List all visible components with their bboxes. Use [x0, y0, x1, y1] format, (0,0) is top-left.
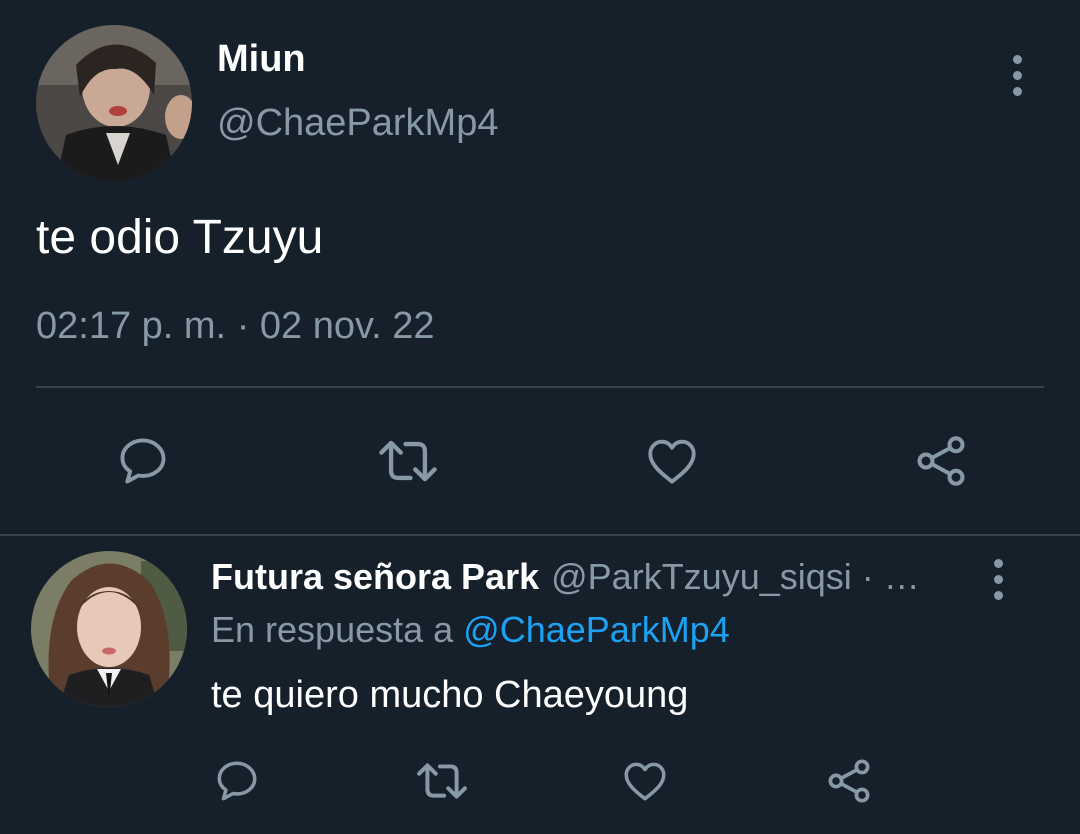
more-dot [993, 574, 1003, 584]
reply-tweet-share-button[interactable] [818, 752, 880, 810]
more-dot [993, 590, 1003, 600]
reply-tweet-text: te quiero mucho Chaeyoung [211, 674, 689, 716]
more-dot [1012, 70, 1022, 80]
main-tweet-timestamp: 02:17 p. m. · 02 nov. 22 [36, 305, 435, 348]
tweet-detail-screen: Miun @ChaeParkMp4 te odio Tzuyu 02:17 p.… [0, 0, 1080, 834]
meta-separator: · [236, 305, 250, 347]
section-divider [0, 534, 1080, 536]
share-icon [828, 759, 870, 803]
reply-tweet-avatar[interactable] [31, 551, 187, 707]
reply-tweet-header: Futura señora Park @ParkTzuyu_siqsi · … [211, 556, 920, 598]
like-icon [624, 762, 666, 801]
main-tweet-handle[interactable]: @ChaeParkMp4 [217, 102, 498, 145]
more-dot [1012, 54, 1022, 64]
avatar-photo-icon [31, 551, 187, 707]
reply-tweet-reply-button[interactable] [206, 752, 268, 810]
reply-icon [120, 438, 166, 484]
main-reply-button[interactable] [108, 428, 178, 494]
main-tweet-text: te odio Tzuyu [36, 211, 324, 264]
retweet-icon [417, 763, 467, 799]
reply-tweet-more-options-button[interactable] [978, 549, 1018, 609]
main-tweet-avatar[interactable] [36, 25, 192, 181]
tweet-date: 02 nov. 22 [259, 305, 435, 347]
main-retweet-button[interactable] [368, 428, 448, 494]
replying-to-line: En respuesta a @ChaeParkMp4 [211, 609, 730, 651]
replying-to-label: En respuesta a [211, 609, 454, 650]
reply-tweet-display-name[interactable]: Futura señora Park [211, 556, 539, 597]
reply-tweet-like-button[interactable] [614, 752, 676, 810]
replying-to-mention-link[interactable]: @ChaeParkMp4 [463, 609, 730, 650]
divider [36, 386, 1044, 388]
main-tweet-more-options-button[interactable] [997, 45, 1037, 105]
reply-tweet-handle[interactable]: @ParkTzuyu_siqsi · … [551, 556, 920, 597]
share-icon [917, 436, 965, 486]
avatar-photo-icon [36, 25, 192, 181]
more-dot [1012, 86, 1022, 96]
tweet-time: 02:17 p. m. [36, 305, 227, 347]
reply-tweet-retweet-button[interactable] [406, 752, 478, 810]
main-like-button[interactable] [636, 428, 708, 494]
main-tweet-display-name[interactable]: Miun [217, 38, 306, 81]
reply-icon [217, 761, 257, 801]
more-dot [993, 558, 1003, 568]
main-share-button[interactable] [906, 428, 976, 494]
like-icon [648, 439, 696, 484]
retweet-icon [379, 440, 437, 482]
